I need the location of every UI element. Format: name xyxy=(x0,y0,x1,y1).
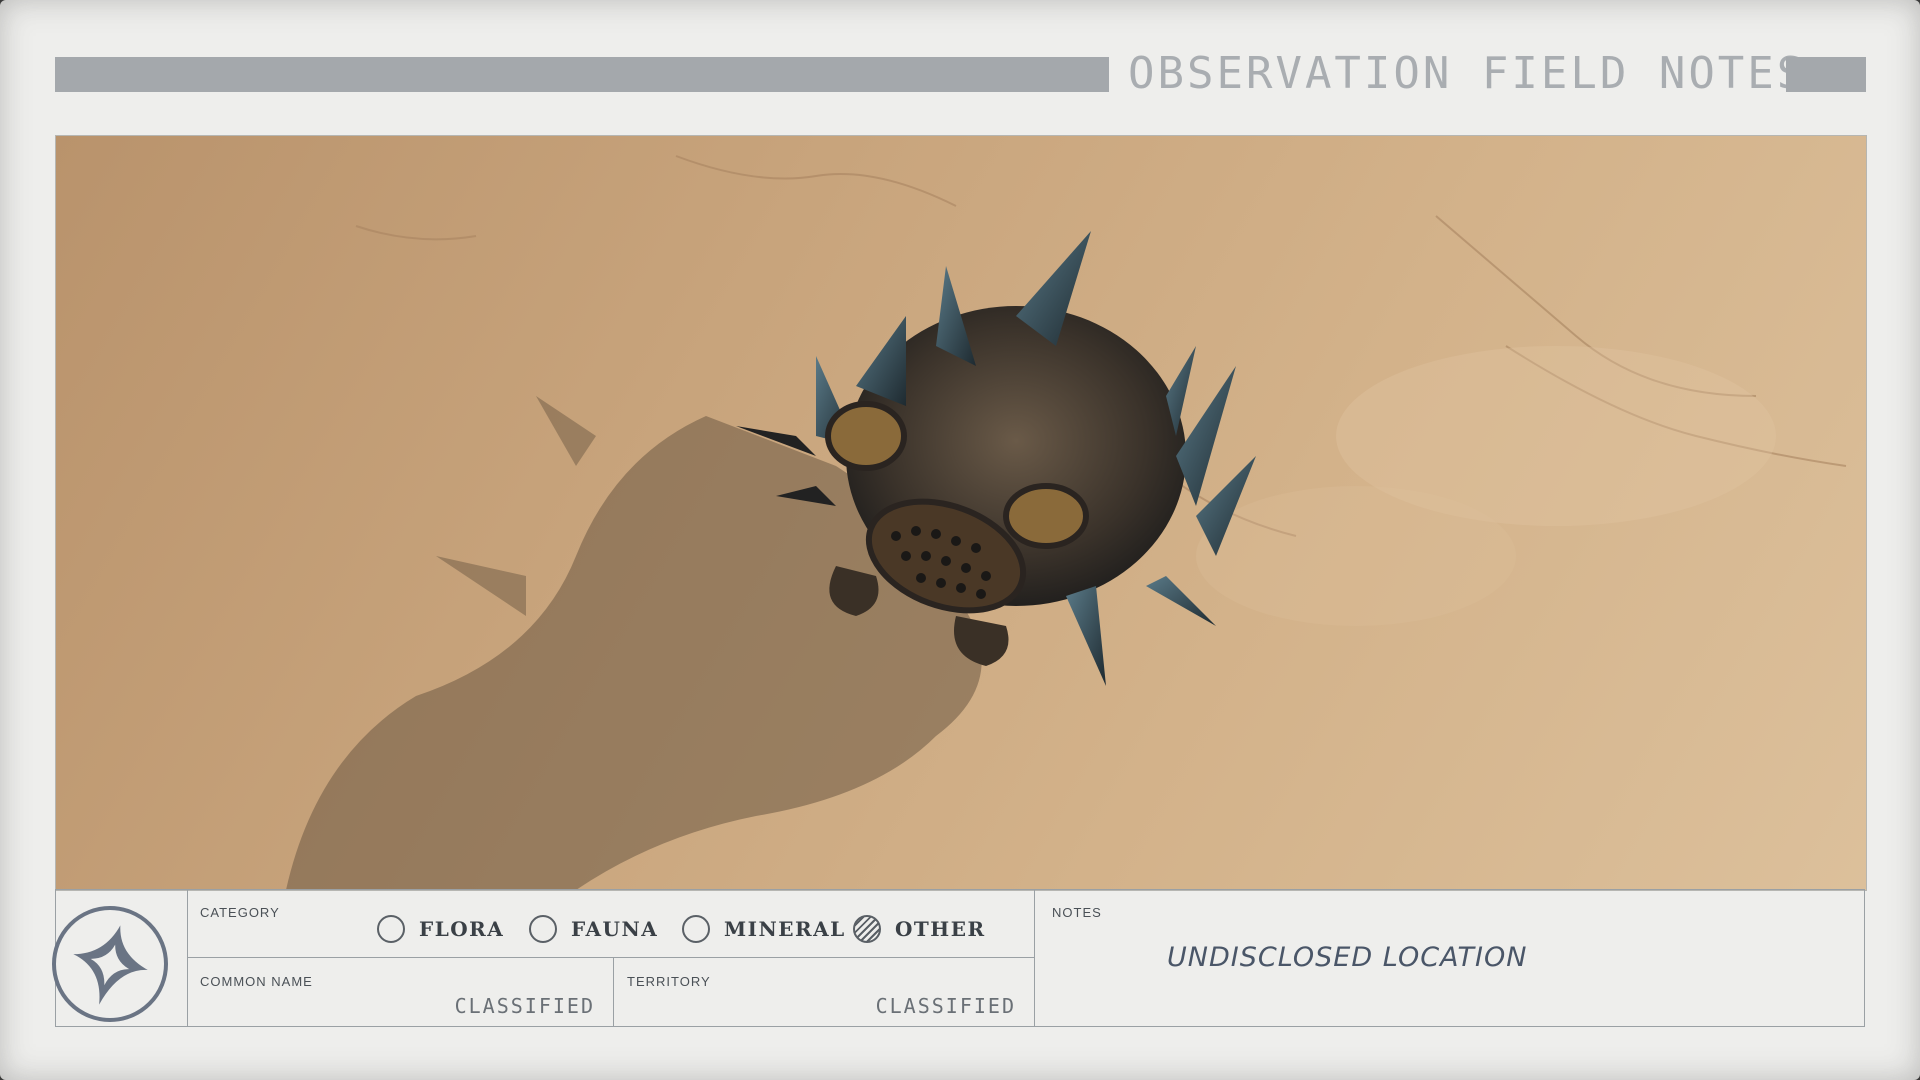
territory-label: TERRITORY xyxy=(627,974,711,989)
notes-cell: NOTES UNDISCLOSED LOCATION xyxy=(1035,890,1864,1026)
option-label: FLORA xyxy=(419,917,505,941)
common-name-label: COMMON NAME xyxy=(200,974,313,989)
category-label: CATEGORY xyxy=(200,905,280,920)
creature-photo xyxy=(286,155,1847,890)
logo-cell xyxy=(52,890,188,1026)
notes-value: UNDISCLOSED LOCATION xyxy=(1167,942,1528,973)
header-bar-left xyxy=(55,57,1109,92)
option-label: FAUNA xyxy=(571,917,659,941)
common-name-cell: COMMON NAME CLASSIFIED xyxy=(187,958,614,1026)
mineral-radio[interactable] xyxy=(682,915,710,943)
flora-radio[interactable] xyxy=(377,915,405,943)
category-row: CATEGORY FLORA FAUNA MINERAL OTHER xyxy=(187,890,1035,958)
field-notes-card: OBSERVATION FIELD NOTES CATEGORY FLORA F… xyxy=(0,0,1920,1080)
option-mineral[interactable]: MINERAL xyxy=(682,912,846,946)
option-flora[interactable]: FLORA xyxy=(377,912,504,946)
other-radio[interactable] xyxy=(853,915,881,943)
constellation-star-emblem-icon xyxy=(52,906,168,1022)
option-fauna[interactable]: FAUNA xyxy=(529,912,658,946)
option-label: OTHER xyxy=(895,917,986,941)
header-bar-right xyxy=(1786,57,1866,92)
observation-photo xyxy=(55,135,1867,891)
territory-value: CLASSIFIED xyxy=(875,994,1016,1018)
notes-label: NOTES xyxy=(1052,905,1102,920)
common-name-value: CLASSIFIED xyxy=(454,994,595,1018)
fauna-radio[interactable] xyxy=(529,915,557,943)
option-other[interactable]: OTHER xyxy=(853,912,986,946)
territory-cell: TERRITORY CLASSIFIED xyxy=(614,958,1035,1026)
option-label: MINERAL xyxy=(724,917,846,941)
field-notes-table: CATEGORY FLORA FAUNA MINERAL OTHER COMMO… xyxy=(52,889,1865,1027)
page-title: OBSERVATION FIELD NOTES xyxy=(1128,48,1807,99)
